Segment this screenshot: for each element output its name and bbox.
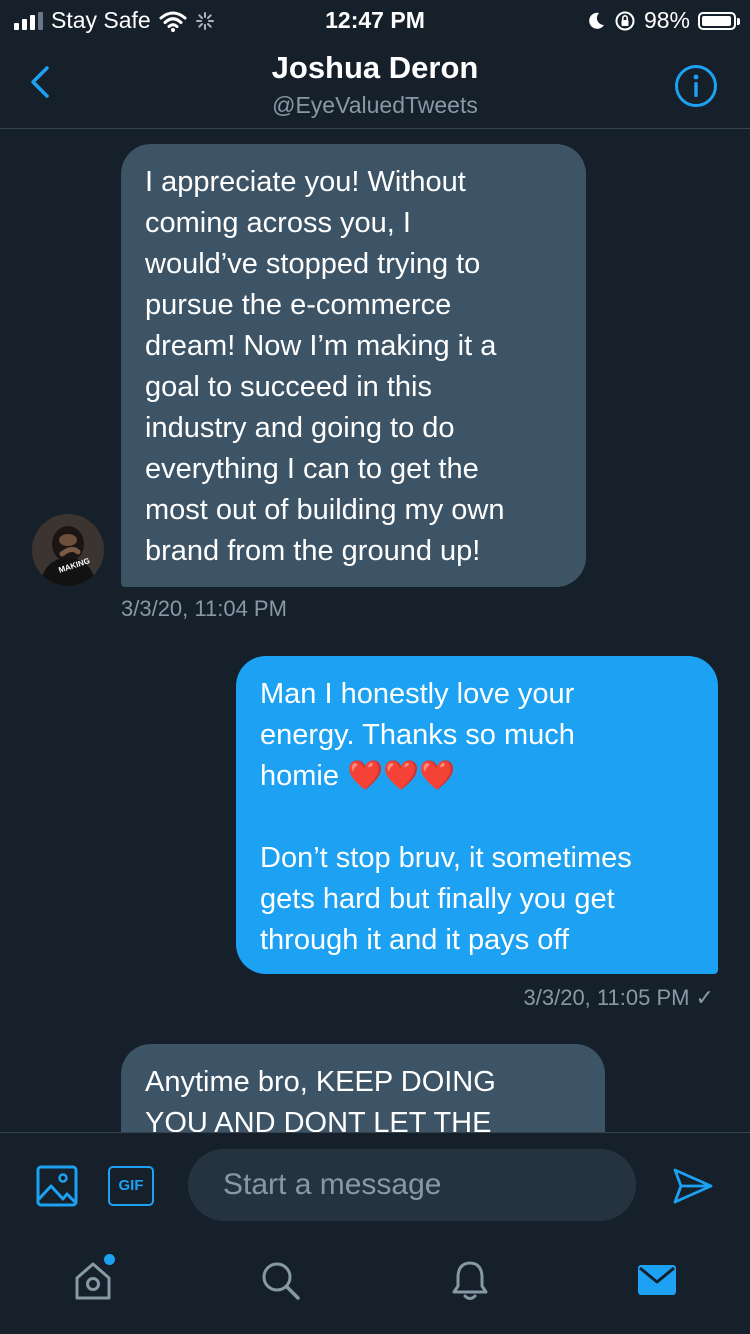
- received-message-bubble[interactable]: Anytime bro, KEEP DOING YOU AND DONT LET…: [121, 1044, 605, 1132]
- battery-percent: 98%: [643, 7, 690, 33]
- status-bar: Stay Safe 12:47 PM 98%: [0, 0, 750, 40]
- conversation-handle[interactable]: @EyeValuedTweets: [0, 92, 750, 119]
- conversation-header: Joshua Deron @EyeValuedTweets: [0, 40, 750, 129]
- message-timestamp: 3/3/20, 11:04 PM: [121, 596, 287, 621]
- message-timestamp: 3/3/20, 11:05 PM ✓: [523, 985, 714, 1010]
- image-icon[interactable]: [36, 1165, 78, 1207]
- tab-bar: [0, 1236, 750, 1334]
- sent-message-bubble[interactable]: Man I honestly love your energy. Thanks …: [236, 656, 718, 974]
- battery-icon: [698, 11, 740, 30]
- conversation-title[interactable]: Joshua Deron: [0, 50, 750, 86]
- message-composer: GIF Start a message: [0, 1132, 750, 1237]
- send-icon[interactable]: [672, 1165, 714, 1207]
- notifications-bell-icon[interactable]: [448, 1258, 492, 1302]
- message-input[interactable]: Start a message: [188, 1149, 636, 1221]
- info-icon[interactable]: [674, 64, 718, 108]
- message-list[interactable]: I appreciate you! Without coming across …: [0, 129, 750, 1132]
- notification-dot: [104, 1254, 115, 1265]
- status-right: 98%: [586, 7, 740, 34]
- battery-fill: [702, 15, 732, 26]
- gif-button[interactable]: GIF: [108, 1166, 154, 1206]
- avatar-image: [32, 514, 104, 586]
- moon-icon: [589, 12, 604, 29]
- messages-envelope-icon[interactable]: [635, 1258, 679, 1302]
- received-message-bubble[interactable]: I appreciate you! Without coming across …: [121, 144, 586, 587]
- search-icon[interactable]: [258, 1258, 302, 1302]
- rotation-lock-icon: [615, 11, 635, 30]
- avatar[interactable]: MAKING: [32, 514, 104, 586]
